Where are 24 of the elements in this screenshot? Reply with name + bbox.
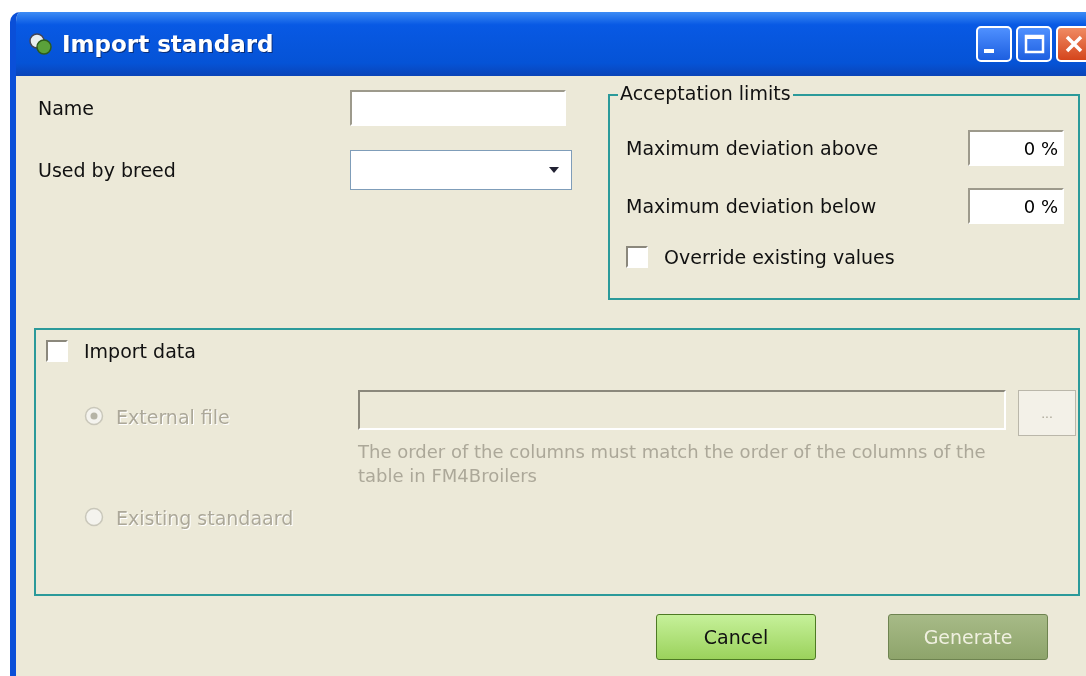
field-label: Maximum deviation below [626, 195, 877, 217]
radio-label: External file [116, 406, 230, 428]
minimize-icon [984, 49, 994, 53]
percent-input[interactable]: 0 % [968, 188, 1064, 224]
checkbox[interactable] [626, 246, 648, 268]
field-label: Used by breed [38, 159, 177, 181]
group-title: Acceptation limits [618, 82, 793, 104]
field-label: Name [38, 97, 96, 119]
app-icon [28, 32, 54, 56]
hint-text: The order of the columns must match the order of the columns of the table in FM4Broilers [358, 440, 987, 489]
checkbox-label: Import data [84, 340, 196, 362]
close-button[interactable] [1056, 26, 1086, 62]
window-title: Import standard [62, 31, 275, 57]
field-label: Maximum deviation above [626, 137, 879, 159]
dialog-button[interactable]: Cancel [656, 614, 816, 660]
name-input[interactable] [350, 90, 566, 126]
maximize-button[interactable] [1016, 26, 1052, 62]
checkbox[interactable] [46, 340, 68, 362]
breed-dropdown[interactable] [350, 150, 572, 190]
minimize-button[interactable] [976, 26, 1012, 62]
dropdown-arrow-icon [547, 165, 561, 175]
checkbox-label: Override existing values [664, 246, 895, 268]
percent-input[interactable]: 0 % [968, 130, 1064, 166]
radio-label: Existing standaard [116, 506, 294, 529]
